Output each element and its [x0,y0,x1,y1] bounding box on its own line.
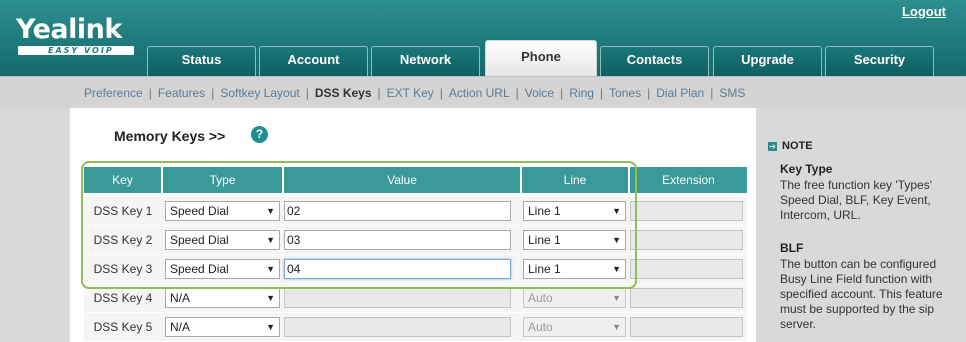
tab-phone[interactable]: Phone [485,40,597,76]
column-header-type: Type [163,167,282,193]
extension-input[interactable] [630,288,743,308]
logo-tagline: EASY VOIP [18,46,134,55]
extension-input[interactable] [630,317,743,337]
note-key-type-text: The free function key 'Types' Speed Dial… [780,178,932,222]
line-select[interactable]: Line 1 ▼ [523,201,626,221]
dropdown-arrow-icon: ▼ [266,235,275,245]
value-input[interactable]: 03 [284,230,511,250]
top-header: Yealink EASY VOIP Logout Status Account … [0,0,966,76]
type-value: Speed Dial [170,233,229,247]
column-header-extension: Extension [630,167,747,193]
subnav-preference[interactable]: Preference [84,86,143,100]
tab-security[interactable]: Security [825,46,934,76]
dropdown-arrow-icon: ▼ [612,264,621,274]
type-value: N/A [170,320,191,334]
line-select[interactable]: Line 1 ▼ [523,259,626,279]
separator: | [647,86,651,100]
line-value: Line 1 [528,204,561,218]
separator: | [377,86,381,100]
sub-navigation: Preference | Features | Softkey Layout | DS… [0,76,966,108]
subnav-tones[interactable]: Tones [609,86,641,100]
yealink-logo: Yealink [16,14,122,45]
key-label: DSS Key 5 [93,320,153,334]
extension-input[interactable] [630,230,743,250]
subnav-ext-key[interactable]: EXT Key [387,86,434,100]
value-input[interactable]: 04 [284,259,511,279]
line-select[interactable]: Auto ▼ [523,317,626,337]
column-header-key: Key [84,167,161,193]
line-value: Auto [528,320,553,334]
note-blf-title: BLF [780,241,804,255]
type-select[interactable]: Speed Dial ▼ [165,259,280,279]
line-value: Auto [528,291,553,305]
note-label: NOTE [782,140,813,152]
column-header-line: Line [522,167,628,193]
dropdown-arrow-icon: ▼ [612,322,621,332]
tab-contacts[interactable]: Contacts [600,46,709,76]
type-value: N/A [170,291,191,305]
help-icon[interactable]: ? [251,126,268,143]
key-label: DSS Key 2 [93,233,153,247]
dropdown-arrow-icon: ▼ [612,206,621,216]
separator: | [599,86,604,100]
logout-link[interactable]: Logout [902,4,946,19]
tab-network[interactable]: Network [371,46,480,76]
line-value: Line 1 [528,262,561,276]
subnav-features[interactable]: Features [158,86,205,100]
dropdown-arrow-icon: ▼ [612,293,621,303]
page-title: Memory Keys >> [114,128,226,144]
column-header-value: Value [284,167,520,193]
value-input[interactable] [284,317,511,337]
note-key-type-title: Key Type [780,162,833,176]
type-value: Speed Dial [170,204,229,218]
separator: | [515,86,519,100]
extension-input[interactable] [630,259,743,279]
type-value: Speed Dial [170,262,229,276]
dropdown-arrow-icon: ▼ [612,235,621,245]
subnav-ring[interactable]: Ring [569,86,594,100]
separator: | [211,86,215,100]
type-select[interactable]: N/A ▼ [165,288,280,308]
value-input[interactable] [284,288,511,308]
separator: | [710,86,714,100]
value-input[interactable]: 02 [284,201,511,221]
separator: | [148,86,152,100]
line-select[interactable]: Line 1 ▼ [523,230,626,250]
extension-input[interactable] [630,201,743,221]
line-value: Line 1 [528,233,561,247]
dropdown-arrow-icon: ▼ [266,322,275,332]
tab-status[interactable]: Status [147,46,256,76]
note-blf-text: The button can be configured Busy Line F… [780,257,943,331]
subnav-dss-keys[interactable]: DSS Keys [315,86,372,100]
separator: | [439,86,443,100]
type-select[interactable]: Speed Dial ▼ [165,230,280,250]
separator: | [305,86,309,100]
subnav-action-url[interactable]: Action URL [449,86,510,100]
dropdown-arrow-icon: ▼ [266,293,275,303]
key-label: DSS Key 4 [93,291,153,305]
subnav-dial-plan[interactable]: Dial Plan [656,86,704,100]
type-select[interactable]: Speed Dial ▼ [165,201,280,221]
tab-upgrade[interactable]: Upgrade [713,46,822,76]
tab-account[interactable]: Account [259,46,368,76]
note-header: ➜ NOTE [768,140,813,152]
subnav-sms[interactable]: SMS [719,86,745,100]
key-label: DSS Key 1 [93,204,153,218]
subnav-voice[interactable]: Voice [525,86,554,100]
line-select[interactable]: Auto ▼ [523,288,626,308]
key-label: DSS Key 3 [93,262,153,276]
separator: | [560,86,564,100]
subnav-softkey-layout[interactable]: Softkey Layout [220,86,299,100]
note-arrow-icon: ➜ [768,141,777,151]
dropdown-arrow-icon: ▼ [266,264,275,274]
dropdown-arrow-icon: ▼ [266,206,275,216]
type-select[interactable]: N/A ▼ [165,317,280,337]
